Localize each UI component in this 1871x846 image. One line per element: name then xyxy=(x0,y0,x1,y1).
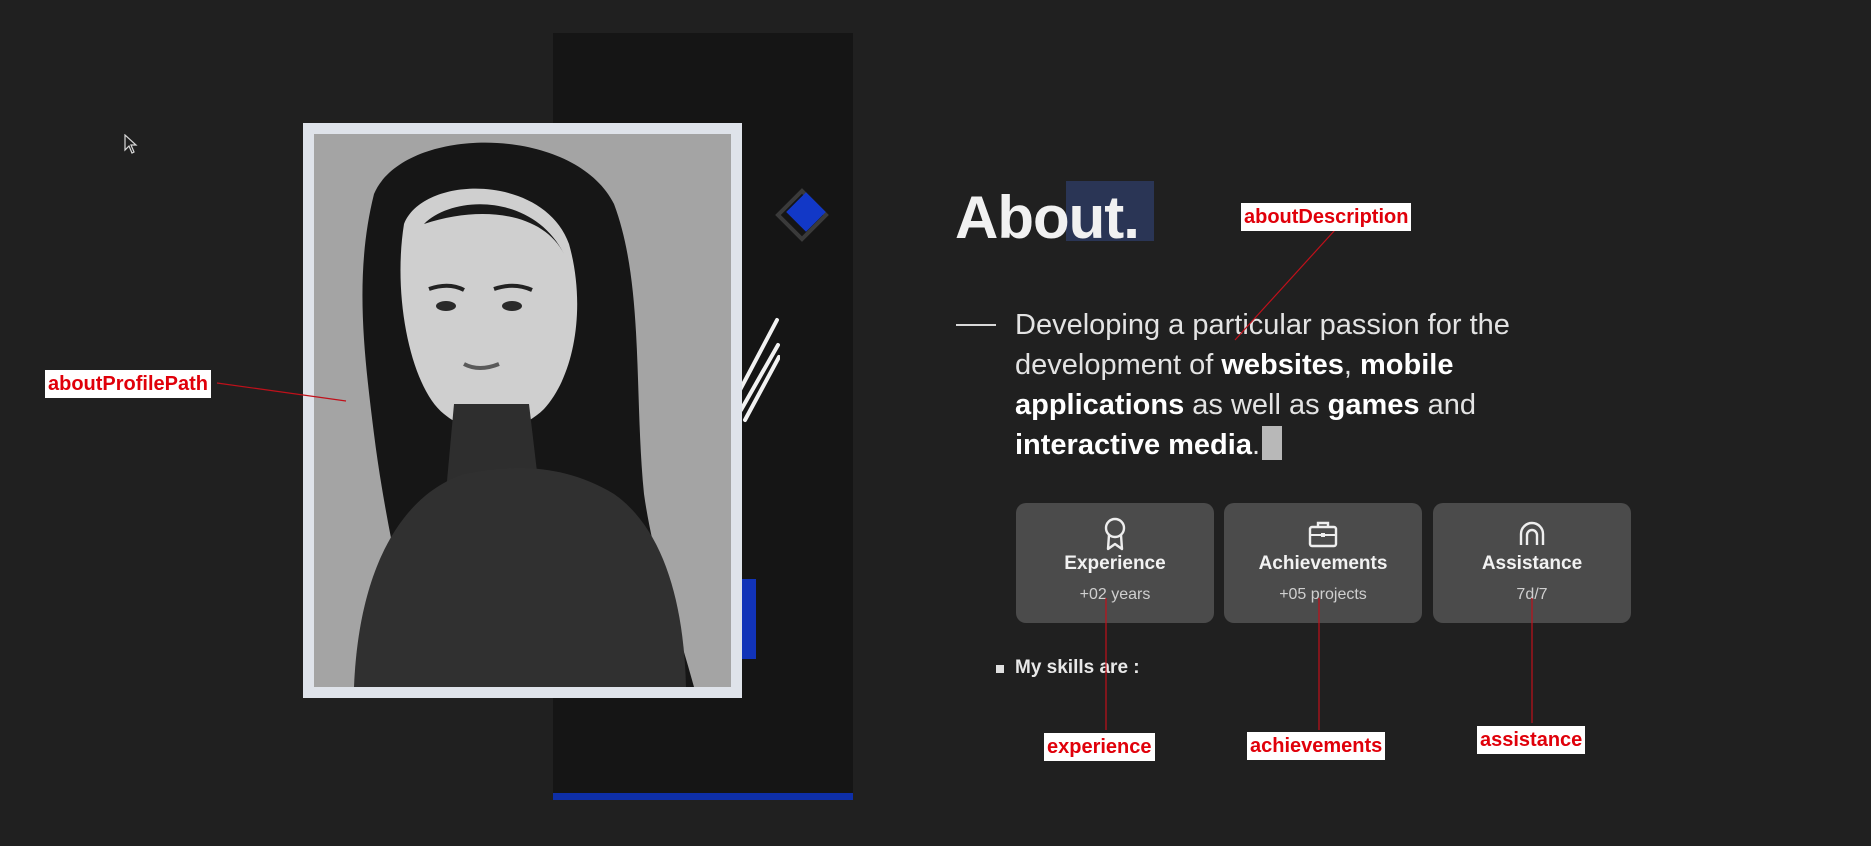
about-description: Developing a particular passion for the … xyxy=(1015,305,1575,465)
annotation-assistance: assistance xyxy=(1477,726,1586,754)
experience-card-title: Experience xyxy=(1064,553,1166,574)
description-bold-media: interactive media xyxy=(1015,429,1252,461)
achievements-card: Achievements +05 projects xyxy=(1224,503,1422,623)
annotation-description: aboutDescription xyxy=(1241,203,1412,231)
description-bold-websites: websites xyxy=(1221,349,1344,381)
award-icon xyxy=(1104,517,1126,551)
assistance-card-value: 7d/7 xyxy=(1516,586,1548,603)
experience-card-value: +02 years xyxy=(1079,586,1151,603)
description-text: . xyxy=(1251,429,1261,461)
description-text: and xyxy=(1419,389,1476,421)
description-bold-games: games xyxy=(1327,389,1420,421)
skills-heading: My skills are : xyxy=(1015,657,1140,678)
about-title: About. xyxy=(955,184,1140,251)
description-text: as well as xyxy=(1184,389,1328,421)
skills-bullet xyxy=(996,665,1004,673)
profile-photo xyxy=(314,134,731,687)
mouse-pointer-icon xyxy=(124,134,138,154)
annotation-achievements: achievements xyxy=(1247,732,1386,760)
blue-accent-block xyxy=(741,579,756,659)
assistance-card-title: Assistance xyxy=(1481,553,1583,574)
briefcase-icon xyxy=(1308,521,1338,548)
description-dash xyxy=(956,324,996,326)
support-icon xyxy=(1519,521,1545,545)
blue-accent-bar xyxy=(553,793,853,800)
annotation-profile-path: aboutProfilePath xyxy=(45,370,212,398)
experience-card: Experience +02 years xyxy=(1016,503,1214,623)
achievements-card-title: Achievements xyxy=(1258,553,1388,574)
annotation-lines xyxy=(216,229,1533,730)
description-text: , xyxy=(1343,349,1360,381)
annotation-experience: experience xyxy=(1044,733,1155,761)
achievements-card-value: +05 projects xyxy=(1279,586,1367,603)
assistance-card: Assistance 7d/7 xyxy=(1433,503,1631,623)
text-cursor xyxy=(1262,426,1283,460)
